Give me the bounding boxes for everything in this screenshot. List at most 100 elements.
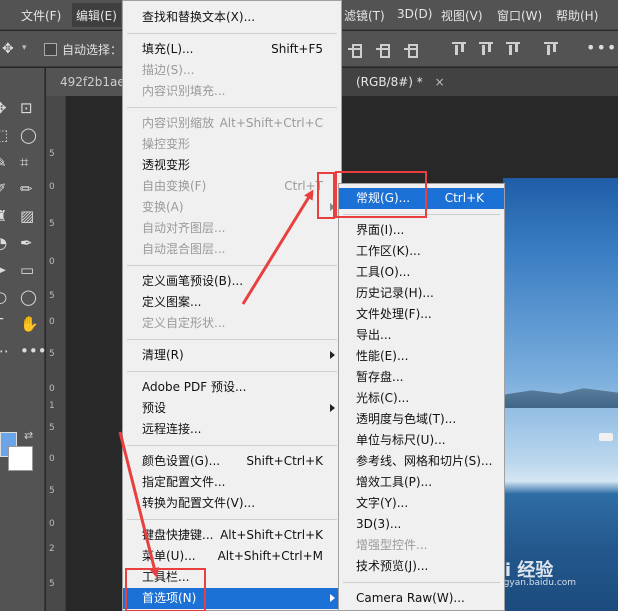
menu-item-shortcut: Ctrl+K — [444, 191, 484, 205]
preferences-menu-item[interactable]: 文件处理(F)... — [339, 304, 504, 325]
move-tool-icon[interactable]: ✥ — [2, 41, 14, 57]
edit-menu-item: 变换(A) — [123, 197, 341, 218]
menu-view[interactable]: 视图(V) — [441, 7, 483, 24]
distribute-spacing-icon[interactable] — [544, 42, 558, 56]
preferences-menu-item[interactable]: 界面(I)... — [339, 220, 504, 241]
preferences-menu-item[interactable]: 单位与标尺(U)... — [339, 430, 504, 451]
move-tool-icon[interactable]: ✥ — [0, 100, 7, 116]
menu-item-label: 定义图案... — [142, 295, 202, 309]
boat — [599, 433, 613, 441]
ellipse-tool-icon[interactable]: ○ — [0, 289, 7, 305]
edit-menu-item[interactable]: 透视变形 — [123, 155, 341, 176]
edit-menu-item[interactable]: 定义画笔预设(B)... — [123, 271, 341, 292]
marquee-tool-icon[interactable]: ⬚ — [0, 127, 8, 143]
path-select-tool-icon[interactable]: ➤ — [0, 262, 7, 278]
tab-document-2[interactable]: (RGB/8#) * × — [342, 68, 459, 96]
brush-tool-icon[interactable]: ✏ — [20, 181, 33, 197]
menu-item-label: 内容识别填充... — [142, 84, 226, 98]
menu-3d[interactable]: 3D(D) — [397, 7, 432, 21]
menu-item-shortcut: Ctrl+T — [284, 179, 323, 193]
align-middle-icon[interactable] — [376, 42, 390, 58]
edit-menu-item[interactable]: 清理(R) — [123, 345, 341, 366]
preferences-menu-item[interactable]: 光标(C)... — [339, 388, 504, 409]
edit-menu-item[interactable]: 指定配置文件... — [123, 472, 341, 493]
menu-separator — [343, 214, 500, 215]
edit-menu-item: 自由变换(F) Ctrl+T — [123, 176, 341, 197]
menu-window[interactable]: 窗口(W) — [497, 7, 542, 24]
ruler-number: 0 — [49, 454, 55, 464]
preferences-menu-item[interactable]: 性能(E)... — [339, 346, 504, 367]
hand-tool-icon[interactable]: ✋ — [20, 316, 39, 332]
menu-filter[interactable]: 滤镜(T) — [344, 7, 385, 24]
edit-menu-item[interactable]: 转换为配置文件(V)... — [123, 493, 341, 514]
edit-menu-item[interactable]: 键盘快捷键... Alt+Shift+Ctrl+K — [123, 525, 341, 546]
ruler-number: 5 — [49, 579, 55, 589]
crop-tool-icon[interactable]: ⌗ — [20, 154, 28, 170]
close-icon[interactable]: × — [435, 75, 445, 89]
preferences-menu-item[interactable]: 暂存盘... — [339, 367, 504, 388]
preferences-menu-item[interactable]: 参考线、网格和切片(S)... — [339, 451, 504, 472]
preferences-menu-item[interactable]: 文字(Y)... — [339, 493, 504, 514]
preferences-menu-item[interactable]: 常规(G)... Ctrl+K — [339, 188, 504, 209]
edit-menu-item[interactable]: 工具栏... — [123, 567, 341, 588]
menu-separator — [127, 265, 337, 266]
edit-menu-item[interactable]: 填充(L)... Shift+F5 — [123, 39, 341, 60]
auto-select-checkbox[interactable] — [44, 43, 57, 56]
preferences-menu-item[interactable]: Camera Raw(W)... — [339, 588, 504, 609]
preferences-menu-item[interactable]: 导出... — [339, 325, 504, 346]
menu-file[interactable]: 文件(F) — [21, 7, 61, 24]
artboard-tool-icon[interactable]: ⊡ — [20, 100, 33, 116]
preferences-menu-item[interactable]: 3D(3)... — [339, 514, 504, 535]
pen-tool-icon[interactable]: ✒ — [20, 235, 33, 251]
edit-menu-item[interactable]: 首选项(N) — [123, 588, 341, 609]
more-tools-icon[interactable]: ••• — [20, 343, 47, 359]
menu-item-shortcut: Shift+F5 — [271, 42, 323, 56]
edit-menu-item[interactable]: 定义图案... — [123, 292, 341, 313]
menu-separator — [343, 582, 500, 583]
menu-edit[interactable]: 编辑(E) — [72, 3, 121, 27]
ellipse-tool-icon[interactable]: ◯ — [20, 289, 37, 305]
distribute-bottom-icon[interactable] — [506, 42, 520, 56]
align-center-icon[interactable] — [348, 42, 362, 58]
menu-separator — [127, 371, 337, 372]
gradient-tool-icon[interactable]: ▨ — [20, 208, 34, 224]
preferences-menu-item[interactable]: 历史记录(H)... — [339, 283, 504, 304]
menu-item-label: 定义自定形状... — [142, 316, 226, 330]
edit-menu-item[interactable]: 预设 — [123, 398, 341, 419]
edit-menu-item[interactable]: 颜色设置(G)... Shift+Ctrl+K — [123, 451, 341, 472]
menu-item-label: 工具(O)... — [356, 265, 411, 279]
edit-menu-item[interactable]: Adobe PDF 预设... — [123, 377, 341, 398]
preferences-menu-item[interactable]: 技术预览(J)... — [339, 556, 504, 577]
dodge-tool-icon[interactable]: ◔ — [0, 235, 7, 251]
edit-menu-item[interactable]: 远程连接... — [123, 419, 341, 440]
swap-colors-icon[interactable]: ⇄ — [24, 429, 33, 442]
preferences-menu-item[interactable]: 工作区(K)... — [339, 241, 504, 262]
distribute-center-icon[interactable] — [479, 42, 493, 56]
distribute-top-icon[interactable] — [452, 42, 466, 56]
ruler-number: 1 — [49, 401, 55, 411]
text-tool-icon[interactable]: T — [0, 316, 3, 332]
stamp-tool-icon[interactable]: ♜ — [0, 208, 7, 224]
menu-item-shortcut: Alt+Shift+Ctrl+M — [217, 549, 323, 563]
preferences-menu-item[interactable]: 透明度与色域(T)... — [339, 409, 504, 430]
chevron-down-icon[interactable]: ▾ — [22, 43, 27, 53]
eyedropper-tool-icon[interactable]: ✐ — [0, 181, 7, 197]
rectangle-tool-icon[interactable]: ▭ — [20, 262, 34, 278]
menu-item-label: 透视变形 — [142, 158, 191, 172]
quick-select-tool-icon[interactable]: ✎ — [0, 154, 7, 170]
preferences-menu-item[interactable]: 增效工具(P)... — [339, 472, 504, 493]
menu-item-label: 内容识别缩放 — [142, 116, 215, 130]
background-color-swatch[interactable] — [8, 446, 33, 471]
zoom-tool-icon[interactable]: ⋯ — [0, 343, 9, 359]
menu-item-label: 工具栏... — [142, 570, 190, 584]
preferences-menu-item[interactable]: 工具(O)... — [339, 262, 504, 283]
ruler-number: 5 — [49, 349, 55, 359]
more-options-icon[interactable]: ••• — [586, 38, 617, 57]
submenu-arrow-icon — [330, 594, 335, 602]
align-bottom-icon[interactable] — [404, 42, 418, 58]
lasso-tool-icon[interactable]: ◯ — [20, 127, 37, 143]
edit-menu-item[interactable]: 查找和替换文本(X)... — [123, 7, 341, 28]
edit-menu-item[interactable]: 菜单(U)... Alt+Shift+Ctrl+M — [123, 546, 341, 567]
menu-help[interactable]: 帮助(H) — [556, 7, 598, 24]
tab-document-2-label: (RGB/8#) * — [356, 75, 423, 89]
